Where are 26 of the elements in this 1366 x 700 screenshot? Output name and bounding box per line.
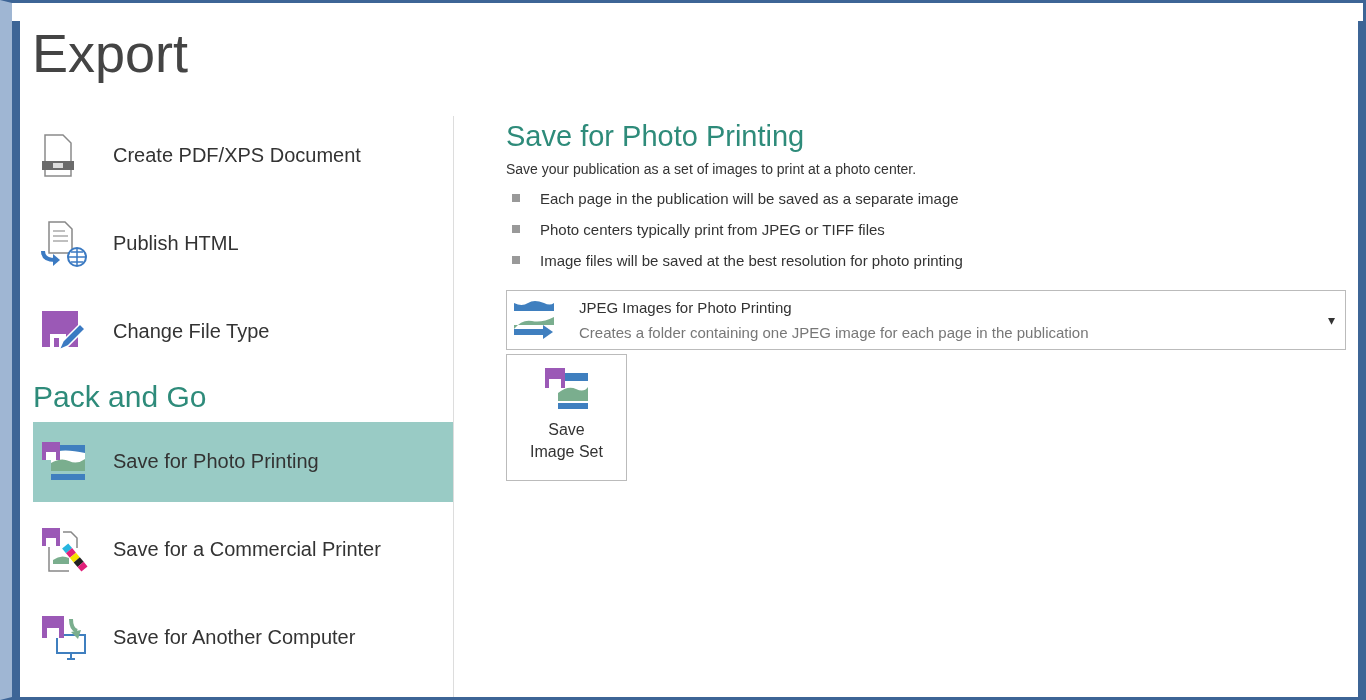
- pack-and-go-option[interactable]: Save for Another Computer: [33, 597, 453, 678]
- landscape-arrow-icon: [513, 298, 557, 341]
- export-option[interactable]: Create PDF/XPS Document: [33, 115, 453, 196]
- floppy-monitor-icon: [41, 614, 87, 661]
- export-option[interactable]: Change File Type: [33, 291, 453, 372]
- dropdown-title: JPEG Images for Photo Printing: [579, 298, 793, 316]
- save-image-set-button[interactable]: Save Image Set: [506, 353, 627, 481]
- floppy-landscape-icon: [41, 440, 87, 483]
- bullet-text: Each page in the publication will be saved as a separate image: [540, 189, 959, 207]
- description: Save your publication as a set of images to print at a photo center.: [506, 160, 918, 177]
- bullet-icon: [512, 194, 520, 203]
- page-title: Export: [32, 22, 190, 85]
- caret-icon: ▾: [1327, 311, 1335, 328]
- floppy-landscape-icon: [543, 366, 590, 411]
- document-icon: [41, 133, 75, 178]
- dropdown-description: Creates a folder containing one JPEG image for each page in the publication: [579, 323, 1090, 341]
- bullet-text: Image files will be saved at the best resolution for photo printing: [540, 251, 963, 269]
- section-heading: Pack and Go: [33, 379, 208, 414]
- bullet-icon: [512, 256, 520, 265]
- format-dropdown[interactable]: JPEG Images for Photo Printing Creates a folder containing one JPEG image for each page in the publication ▾: [506, 289, 1346, 350]
- detail-title: Save for Photo Printing: [506, 119, 806, 153]
- pack-and-go-option[interactable]: Save for a Commercial Printer: [33, 509, 453, 590]
- bullet-text: Photo centers typically print from JPEG or TIFF files: [540, 220, 885, 238]
- bullet-icon: [512, 225, 520, 234]
- export-option[interactable]: Publish HTML: [33, 203, 453, 284]
- pack-and-go-option[interactable]: Save for Photo Printing: [33, 421, 453, 502]
